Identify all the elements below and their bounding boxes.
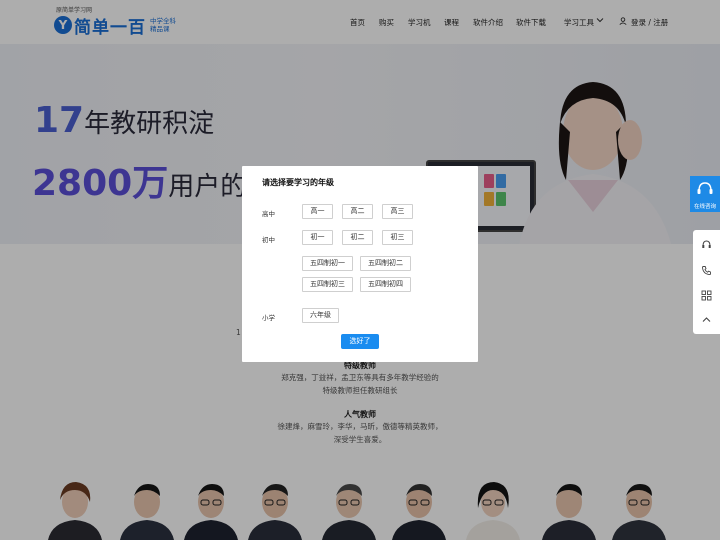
headset-icon[interactable] xyxy=(701,239,712,250)
grade-button-high-3[interactable]: 高三 xyxy=(382,204,413,219)
primary-school-label: 小学 xyxy=(262,314,275,322)
online-consult-label: 在线咨询 xyxy=(693,204,716,210)
float-toolbar xyxy=(693,230,720,334)
confirm-button[interactable]: 选好了 xyxy=(341,334,379,349)
qrcode-icon[interactable] xyxy=(701,290,712,301)
high-school-label: 高中 xyxy=(262,210,275,218)
grade-button-wusi-3[interactable]: 五四制初三 xyxy=(302,277,353,292)
grade-button-wusi-2[interactable]: 五四制初二 xyxy=(360,256,411,271)
online-consult-button[interactable]: 在线咨询 xyxy=(690,176,720,212)
modal-title: 请选择要学习的年级 xyxy=(262,178,334,187)
grade-button-primary-6[interactable]: 六年级 xyxy=(302,308,339,323)
grade-button-middle-1[interactable]: 初一 xyxy=(302,230,333,245)
grade-button-middle-3[interactable]: 初三 xyxy=(382,230,413,245)
grade-select-modal: 请选择要学习的年级 高中 高一 高二 高三 初中 初一 初二 初三 五四制初一 … xyxy=(242,166,478,362)
grade-button-high-1[interactable]: 高一 xyxy=(302,204,333,219)
back-to-top-icon[interactable] xyxy=(701,314,712,325)
grade-button-wusi-4[interactable]: 五四制初四 xyxy=(360,277,411,292)
grade-button-high-2[interactable]: 高二 xyxy=(342,204,373,219)
phone-icon[interactable] xyxy=(701,265,712,276)
grade-button-middle-2[interactable]: 初二 xyxy=(342,230,373,245)
grade-button-wusi-1[interactable]: 五四制初一 xyxy=(302,256,353,271)
middle-school-label: 初中 xyxy=(262,236,275,244)
customer-service-icon xyxy=(697,182,713,194)
